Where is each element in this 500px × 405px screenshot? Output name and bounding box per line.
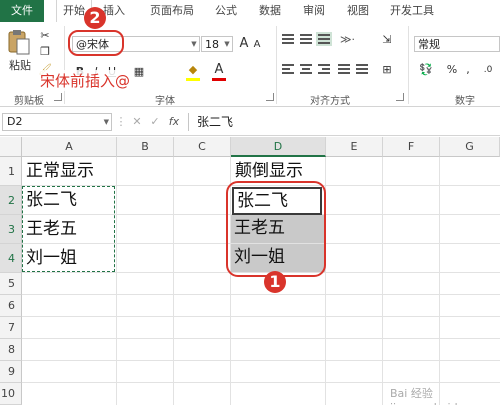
grow-font-button[interactable]: A: [238, 36, 250, 52]
column-header-a[interactable]: A: [22, 137, 117, 157]
vertical-align-buttons[interactable]: ≫·: [282, 32, 374, 46]
row-header-10[interactable]: 10: [0, 383, 22, 405]
accounting-format-icon[interactable]: 💱: [418, 62, 434, 78]
name-box-value: D2: [7, 115, 23, 128]
row-header-8[interactable]: 8: [0, 339, 22, 361]
increase-decimal-icon[interactable]: .0: [478, 62, 498, 78]
chevron-down-icon[interactable]: ▼: [189, 37, 199, 51]
more-dots-icon: ⋮: [115, 115, 127, 128]
tab-page-layout[interactable]: 页面布局: [142, 0, 202, 22]
clipboard-launcher-icon[interactable]: [54, 93, 62, 101]
column-header-g[interactable]: G: [440, 137, 500, 157]
horizontal-align-buttons[interactable]: [282, 62, 374, 76]
align-top-middle-bottom-icon: ≫·: [282, 32, 355, 46]
paste-button[interactable]: [6, 28, 32, 58]
paste-label: 粘贴: [9, 59, 31, 72]
column-header-c[interactable]: C: [174, 137, 231, 157]
row-header-3[interactable]: 3: [0, 215, 22, 244]
font-launcher-icon[interactable]: [266, 93, 274, 101]
chevron-down-icon[interactable]: ▼: [104, 114, 109, 130]
paste-icon: [8, 30, 30, 55]
formula-bar: D2 ▼ ⋮ ✕ ✓ fx 张二飞: [0, 109, 500, 136]
alignment-launcher-icon[interactable]: [396, 93, 404, 101]
wrap-text-icon[interactable]: ⇲: [380, 32, 394, 48]
fill-color-swatch: [186, 78, 200, 81]
range-highlight: [226, 181, 326, 277]
select-all-corner[interactable]: [0, 137, 22, 157]
copy-marquee: [22, 186, 115, 272]
column-header-d[interactable]: D: [231, 137, 326, 157]
cancel-icon[interactable]: ✕: [130, 114, 144, 130]
ribbon-tab-bar: 文件 开始 插入 页面布局 公式 数据 审阅 视图 开发工具: [0, 0, 500, 23]
borders-icon[interactable]: ▦: [132, 64, 146, 80]
worksheet-grid[interactable]: A B C D E F G 1 2 3 4 5 6 7 8 9 10 正常显示 …: [0, 137, 500, 405]
tab-formulas[interactable]: 公式: [208, 0, 244, 22]
font-size-value: 18: [205, 38, 219, 51]
row-header-2[interactable]: 2: [0, 186, 22, 215]
percent-style-button[interactable]: %: [446, 62, 458, 78]
cut-icon[interactable]: ✂: [38, 28, 52, 44]
row-header-1[interactable]: 1: [0, 157, 22, 186]
step-badge-1: 1: [264, 271, 286, 293]
tab-file[interactable]: 文件: [0, 0, 44, 22]
annotation-text: 宋体前插入@: [38, 70, 133, 91]
svg-text:≫·: ≫·: [340, 33, 355, 46]
tab-view[interactable]: 视图: [340, 0, 376, 22]
chevron-down-icon[interactable]: ▼: [222, 37, 232, 51]
number-group-label: 数字: [455, 96, 475, 107]
font-size-combobox[interactable]: 18 ▼: [201, 36, 233, 52]
alignment-group-label: 对齐方式: [310, 96, 350, 107]
align-left-center-right-icon: [282, 64, 368, 74]
column-header-b[interactable]: B: [117, 137, 174, 157]
cell-a1[interactable]: 正常显示: [23, 158, 94, 184]
insert-function-button[interactable]: fx: [166, 114, 182, 130]
fill-color-icon[interactable]: ◆: [186, 62, 200, 78]
number-format-combobox[interactable]: 常规: [414, 36, 500, 52]
number-format-value: 常规: [418, 38, 440, 51]
font-color-swatch: [212, 78, 226, 81]
tab-review[interactable]: 审阅: [296, 0, 332, 22]
tab-developer[interactable]: 开发工具: [382, 0, 442, 22]
step-badge-2: 2: [84, 7, 106, 29]
name-box[interactable]: D2 ▼: [2, 113, 112, 131]
font-name-highlight: [68, 30, 124, 56]
font-group-label: 字体: [155, 96, 175, 107]
row-header-7[interactable]: 7: [0, 317, 22, 339]
copy-icon[interactable]: ❐: [38, 44, 52, 60]
watermark: Bai 经验 jingyan.baidu.com: [390, 387, 492, 405]
comma-style-button[interactable]: ,: [462, 62, 474, 78]
column-header-f[interactable]: F: [383, 137, 440, 157]
shrink-font-button[interactable]: A: [252, 37, 262, 53]
tab-data[interactable]: 数据: [252, 0, 288, 22]
merge-center-icon[interactable]: ⊞: [380, 62, 394, 78]
formula-input[interactable]: 张二飞: [188, 113, 500, 131]
row-header-9[interactable]: 9: [0, 361, 22, 383]
enter-check-icon[interactable]: ✓: [148, 114, 162, 130]
clipboard-group-label: 剪贴板: [14, 96, 44, 107]
row-header-4[interactable]: 4: [0, 244, 22, 273]
row-header-6[interactable]: 6: [0, 295, 22, 317]
font-color-button[interactable]: A: [212, 62, 226, 78]
column-header-e[interactable]: E: [326, 137, 383, 157]
row-header-5[interactable]: 5: [0, 273, 22, 295]
